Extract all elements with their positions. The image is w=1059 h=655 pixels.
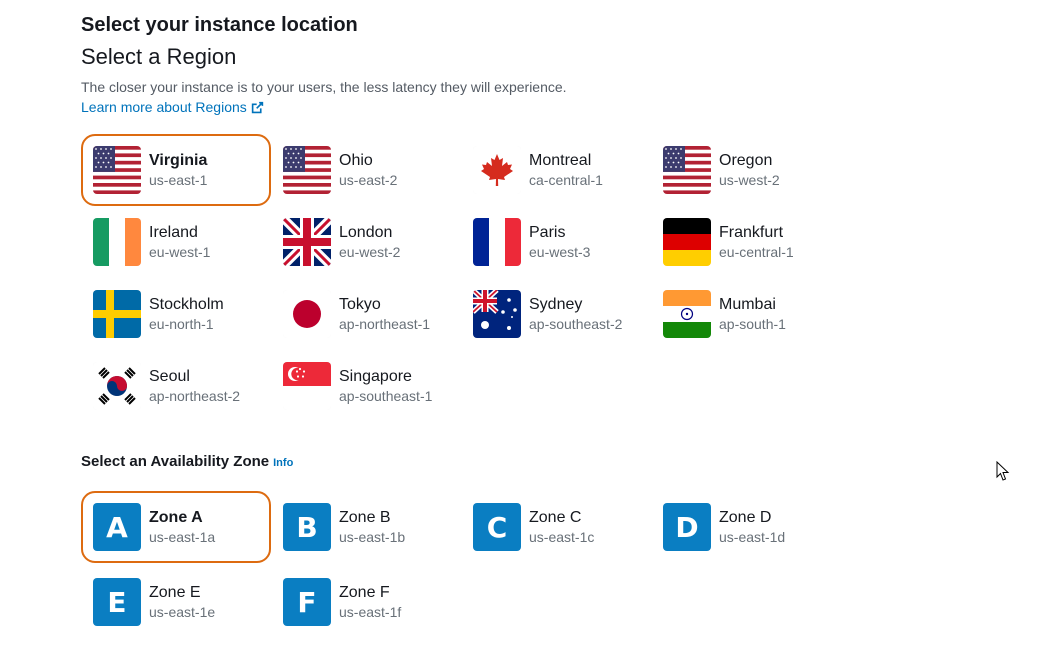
sweden-flag-icon — [93, 290, 141, 338]
region-code: eu-north-1 — [149, 316, 214, 332]
zone-name: Zone C — [529, 509, 582, 526]
region-tile-mumbai[interactable]: Mumbai ap-south-1 — [651, 278, 841, 350]
region-name: Oregon — [719, 152, 773, 169]
region-tile-oregon[interactable]: Oregon us-west-2 — [651, 134, 841, 206]
zone-b-icon: B — [283, 503, 331, 551]
region-code: us-east-2 — [339, 172, 398, 188]
az-info-link[interactable]: Info — [273, 457, 293, 469]
region-tile-sydney[interactable]: Sydney ap-southeast-2 — [461, 278, 651, 350]
zone-f-icon: F — [283, 578, 331, 626]
zone-name: Zone F — [339, 584, 390, 601]
region-name: Stockholm — [149, 296, 224, 313]
region-name: Sydney — [529, 296, 583, 313]
zone-code: us-east-1d — [719, 529, 786, 545]
mouse-cursor-icon — [996, 461, 1010, 481]
page-title: Select your instance location — [81, 14, 358, 36]
region-name: Montreal — [529, 152, 592, 169]
region-code: ca-central-1 — [529, 172, 603, 188]
region-name: Paris — [529, 224, 566, 241]
region-tile-montreal[interactable]: Montreal ca-central-1 — [461, 134, 651, 206]
zone-tile-d[interactable]: D Zone D us-east-1d — [651, 491, 841, 563]
zone-name: Zone B — [339, 509, 391, 526]
germany-flag-icon — [663, 218, 711, 266]
us-flag-icon — [93, 146, 141, 194]
region-code: us-east-1 — [149, 172, 208, 188]
region-tile-london[interactable]: London eu-west-2 — [271, 206, 461, 278]
zone-e-icon: E — [93, 578, 141, 626]
region-name: Mumbai — [719, 296, 776, 313]
korea-flag-icon — [93, 362, 141, 410]
az-title: Select an Availability Zone — [81, 453, 270, 470]
region-code: ap-northeast-1 — [339, 316, 431, 332]
canada-flag-icon — [473, 146, 521, 194]
region-name: Virginia — [149, 152, 208, 169]
zone-code: us-east-1f — [339, 604, 402, 620]
region-code: eu-west-1 — [149, 244, 211, 260]
zone-tile-e[interactable]: E Zone E us-east-1e — [81, 566, 271, 638]
zone-a-icon: A — [93, 503, 141, 551]
region-name: Ireland — [149, 224, 198, 241]
zone-name: Zone D — [719, 509, 772, 526]
australia-flag-icon — [473, 290, 521, 338]
region-code: us-west-2 — [719, 172, 780, 188]
region-tile-paris[interactable]: Paris eu-west-3 — [461, 206, 651, 278]
region-code: ap-northeast-2 — [149, 388, 241, 404]
zone-code: us-east-1c — [529, 529, 595, 545]
zone-name: Zone E — [149, 584, 201, 601]
zone-name: Zone A — [149, 509, 203, 526]
region-name: Frankfurt — [719, 224, 784, 241]
region-name: Singapore — [339, 368, 412, 385]
region-code: ap-southeast-2 — [529, 316, 623, 332]
zone-tile-a[interactable]: A Zone A us-east-1a — [81, 491, 271, 563]
zone-code: us-east-1b — [339, 529, 406, 545]
region-tile-seoul[interactable]: Seoul ap-northeast-2 — [81, 350, 271, 422]
learn-more-label: Learn more about Regions — [81, 99, 247, 115]
india-flag-icon — [663, 290, 711, 338]
region-tile-ohio[interactable]: Ohio us-east-2 — [271, 134, 461, 206]
us-flag-icon — [663, 146, 711, 194]
france-flag-icon — [473, 218, 521, 266]
region-tile-tokyo[interactable]: Tokyo ap-northeast-1 — [271, 278, 461, 350]
az-section-title: Select an Availability Zone Info — [81, 453, 293, 470]
region-name: Tokyo — [339, 296, 381, 313]
region-tile-ireland[interactable]: Ireland eu-west-1 — [81, 206, 271, 278]
region-tile-frankfurt[interactable]: Frankfurt eu-central-1 — [651, 206, 841, 278]
region-tile-stockholm[interactable]: Stockholm eu-north-1 — [81, 278, 271, 350]
learn-more-regions-link[interactable]: Learn more about Regions — [81, 99, 264, 115]
zone-c-icon: C — [473, 503, 521, 551]
uk-flag-icon — [283, 218, 331, 266]
ireland-flag-icon — [93, 218, 141, 266]
zone-d-icon: D — [663, 503, 711, 551]
zone-tile-f[interactable]: F Zone F us-east-1f — [271, 566, 461, 638]
region-name: London — [339, 224, 393, 241]
zone-tile-b[interactable]: B Zone B us-east-1b — [271, 491, 461, 563]
us-flag-icon — [283, 146, 331, 194]
region-code: ap-southeast-1 — [339, 388, 433, 404]
region-section-title: Select a Region — [81, 44, 237, 69]
japan-flag-icon — [283, 290, 331, 338]
external-link-icon — [251, 101, 263, 113]
region-code: ap-south-1 — [719, 316, 786, 332]
region-code: eu-central-1 — [719, 244, 794, 260]
region-description: The closer your instance is to your user… — [81, 79, 567, 95]
singapore-flag-icon — [283, 362, 331, 410]
region-code: eu-west-2 — [339, 244, 401, 260]
zone-code: us-east-1a — [149, 529, 216, 545]
zone-tile-c[interactable]: C Zone C us-east-1c — [461, 491, 651, 563]
region-name: Seoul — [149, 368, 190, 385]
region-code: eu-west-3 — [529, 244, 591, 260]
region-tile-singapore[interactable]: Singapore ap-southeast-1 — [271, 350, 461, 422]
zone-code: us-east-1e — [149, 604, 216, 620]
region-name: Ohio — [339, 152, 373, 169]
region-tile-virginia[interactable]: Virginia us-east-1 — [81, 134, 271, 206]
